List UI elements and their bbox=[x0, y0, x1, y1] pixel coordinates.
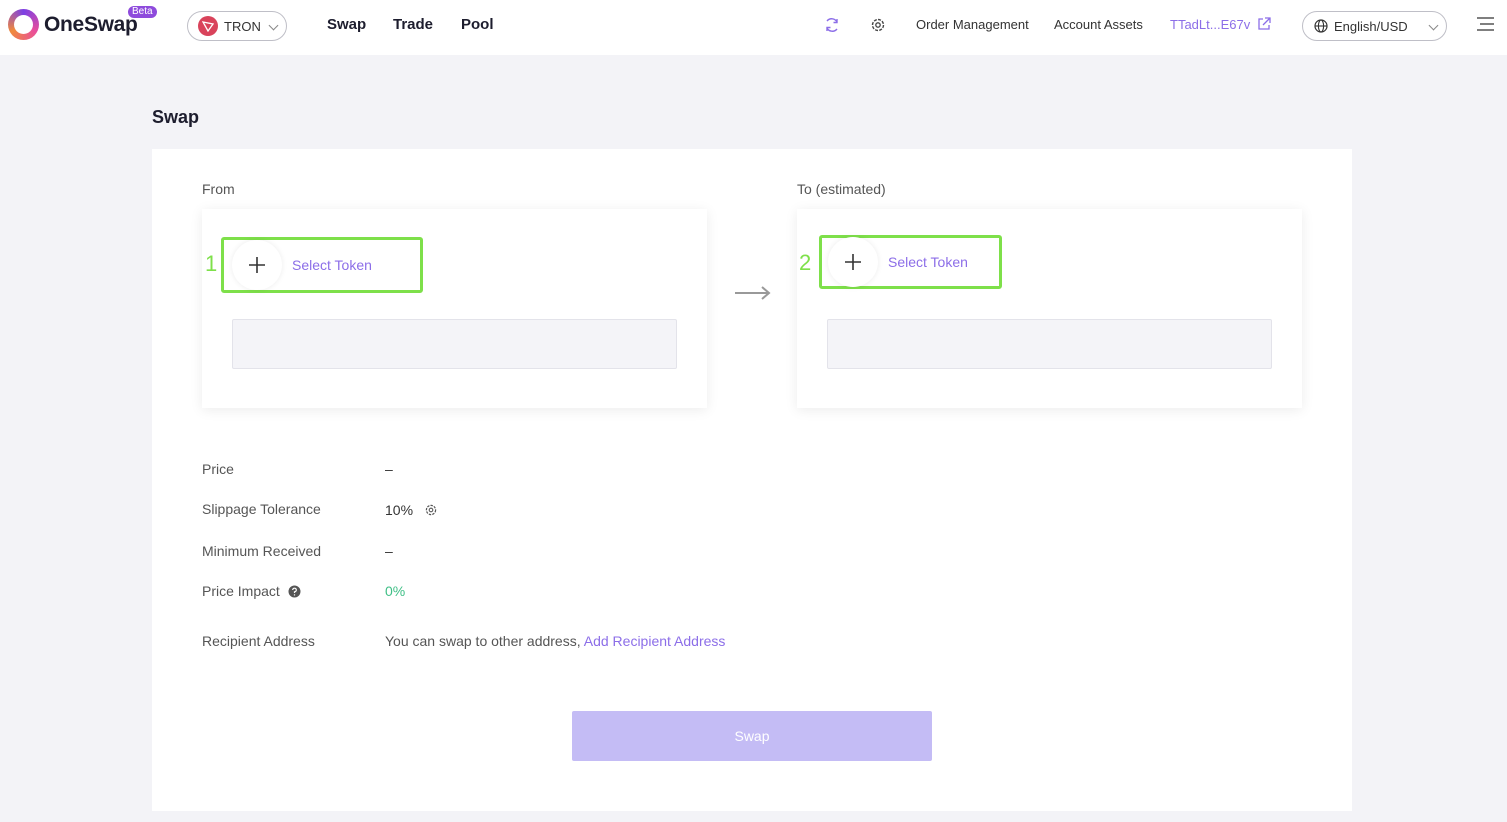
recipient-address-label: Recipient Address bbox=[202, 633, 315, 649]
to-select-token-label: Select Token bbox=[888, 254, 968, 270]
minimum-received-label: Minimum Received bbox=[202, 543, 322, 559]
slippage-tolerance-value: 10% bbox=[385, 502, 414, 518]
settings-gear-icon[interactable] bbox=[869, 16, 887, 34]
account-assets-link[interactable]: Account Assets bbox=[1054, 17, 1143, 32]
price-value: – bbox=[385, 461, 393, 477]
chain-label: TRON bbox=[224, 18, 261, 34]
add-recipient-address-link[interactable]: Add Recipient Address bbox=[584, 633, 726, 649]
to-select-token-button[interactable]: Select Token bbox=[819, 235, 1002, 289]
from-label: From bbox=[202, 181, 235, 197]
nav-trade[interactable]: Trade bbox=[393, 16, 433, 33]
language-selector[interactable]: English/USD bbox=[1302, 11, 1447, 41]
plus-icon bbox=[828, 237, 878, 287]
globe-icon bbox=[1314, 19, 1328, 33]
chevron-down-icon bbox=[1428, 20, 1439, 31]
hamburger-menu-icon[interactable] bbox=[1477, 17, 1494, 31]
chevron-down-icon bbox=[268, 20, 279, 31]
wallet-address[interactable]: TTadLt...E67v bbox=[1170, 17, 1250, 32]
top-header: OneSwap Beta TRON Swap Trade Pool Order … bbox=[0, 0, 1507, 55]
slippage-tolerance-label: Slippage Tolerance bbox=[202, 501, 321, 517]
from-select-token-label: Select Token bbox=[292, 257, 372, 273]
to-amount-input[interactable] bbox=[827, 319, 1272, 369]
recipient-hint: You can swap to other address, bbox=[385, 633, 581, 649]
nav-pool[interactable]: Pool bbox=[461, 16, 494, 33]
oneswap-logo[interactable]: OneSwap Beta bbox=[8, 6, 157, 40]
logo-text: OneSwap bbox=[44, 12, 138, 36]
price-label: Price bbox=[202, 461, 234, 477]
page-title: Swap bbox=[152, 107, 200, 127]
swap-button[interactable]: Swap bbox=[572, 711, 932, 761]
step-number-1: 1 bbox=[205, 251, 218, 276]
slippage-settings-gear-icon[interactable] bbox=[424, 503, 438, 517]
external-link-icon[interactable] bbox=[1256, 16, 1272, 32]
refresh-icon[interactable] bbox=[823, 16, 841, 34]
from-amount-input[interactable] bbox=[232, 319, 677, 369]
price-impact-value: 0% bbox=[385, 583, 406, 599]
tron-icon bbox=[198, 16, 218, 36]
oneswap-logo-icon bbox=[8, 9, 39, 40]
order-management-link[interactable]: Order Management bbox=[916, 17, 1029, 32]
language-label: English/USD bbox=[1334, 18, 1408, 34]
help-question-icon[interactable] bbox=[288, 585, 301, 598]
chain-selector[interactable]: TRON bbox=[187, 11, 287, 41]
to-label: To (estimated) bbox=[797, 181, 886, 197]
recipient-address-text: You can swap to other address, Add Recip… bbox=[385, 633, 725, 649]
beta-badge: Beta bbox=[128, 6, 157, 18]
step-number-2: 2 bbox=[799, 250, 812, 275]
plus-icon bbox=[232, 240, 282, 290]
minimum-received-value: – bbox=[385, 543, 393, 559]
price-impact-label: Price Impact bbox=[202, 583, 280, 599]
arrow-right-icon bbox=[735, 286, 771, 300]
from-select-token-button[interactable]: Select Token bbox=[221, 237, 423, 293]
nav-swap[interactable]: Swap bbox=[327, 16, 366, 33]
